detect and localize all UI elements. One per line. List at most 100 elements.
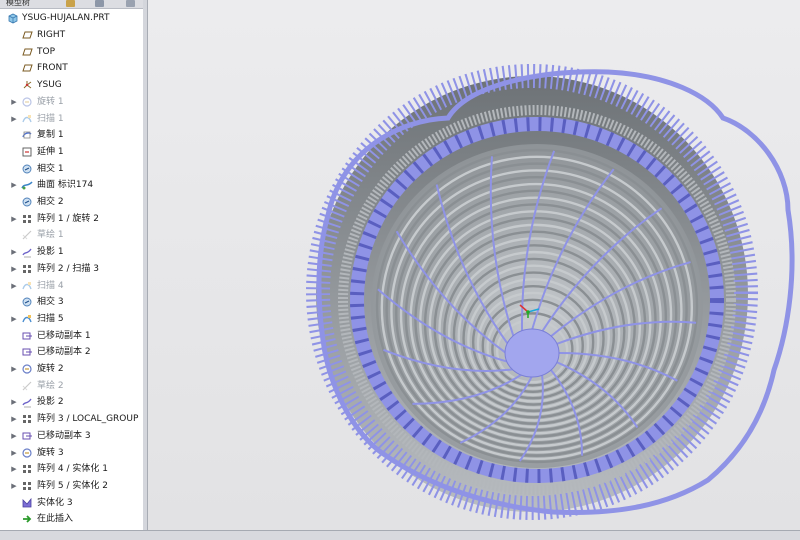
expand-arrow-icon[interactable]: ▶	[10, 461, 18, 477]
tree-item-label: 已移动副本 2	[37, 347, 91, 358]
tree-item[interactable]: ▶ 投影 1	[0, 244, 143, 260]
model-tree-tab[interactable]: 模型树	[6, 0, 30, 8]
expand-arrow-icon[interactable]: ▶	[10, 261, 18, 277]
tree-item-label: FRONT	[37, 63, 68, 74]
moved-copy-icon	[21, 430, 33, 442]
pattern-icon	[21, 480, 33, 492]
pattern-icon	[21, 213, 33, 225]
tree-item-label: RIGHT	[37, 30, 66, 40]
revolve-icon	[21, 96, 33, 108]
expand-arrow-icon[interactable]: ▶	[10, 411, 18, 427]
datum-plane-icon	[21, 29, 33, 41]
datum-plane-icon	[21, 46, 33, 58]
tree-item-label: 投影 2	[37, 397, 64, 408]
tree-item[interactable]: 已移动副本 1	[0, 328, 143, 344]
tree-item[interactable]: RIGHT	[0, 27, 143, 43]
expand-arrow-icon[interactable]: ▶	[10, 311, 18, 327]
coordinate-system-icon	[21, 79, 33, 91]
folder-icon[interactable]	[66, 0, 75, 7]
tree-item-label: 已移动副本 1	[37, 330, 91, 341]
tree-item-label: 已移动副本 3	[37, 430, 91, 441]
tree-item[interactable]: 草绘 2	[0, 378, 143, 394]
tree-item-label: 旋转 1	[37, 96, 64, 107]
top-toolbar: 模型树	[0, 0, 146, 9]
solidify-icon	[21, 497, 33, 509]
graphics-window[interactable]	[148, 0, 800, 530]
tree-item-label: 相交 1	[37, 163, 64, 174]
expand-arrow-icon[interactable]: ▶	[10, 177, 18, 193]
tree-item-label: 扫描 1	[37, 113, 64, 124]
tree-item[interactable]: TOP	[0, 44, 143, 60]
surface-icon	[21, 179, 33, 191]
tree-root-part[interactable]: YSUG-HUJALAN.PRT	[0, 10, 143, 26]
expand-arrow-icon[interactable]: ▶	[10, 428, 18, 444]
sweep-icon	[21, 113, 33, 125]
expand-arrow-icon[interactable]: ▶	[10, 111, 18, 127]
expand-arrow-icon[interactable]: ▶	[10, 445, 18, 461]
tree-item[interactable]: 相交 3	[0, 294, 143, 310]
tree-item[interactable]: 相交 2	[0, 194, 143, 210]
pattern-icon	[21, 463, 33, 475]
tree-item[interactable]: 实体化 3	[0, 495, 143, 511]
tree-item[interactable]: ▶ 扫描 1	[0, 111, 143, 127]
tree-item-label: 阵列 4 / 实体化 1	[37, 464, 108, 475]
tree-item-label: 扫描 4	[37, 280, 64, 291]
sweep-icon	[21, 313, 33, 325]
tree-item[interactable]: 相交 1	[0, 161, 143, 177]
basket-model-3d	[306, 64, 795, 520]
tree-item[interactable]: ▶ 阵列 1 / 旋转 2	[0, 211, 143, 227]
tree-item[interactable]: 草绘 1	[0, 227, 143, 243]
tree-item[interactable]: ▶ 扫描 4	[0, 278, 143, 294]
pattern-icon	[21, 263, 33, 275]
tree-item[interactable]: FRONT	[0, 60, 143, 76]
tree-item[interactable]: 在此插入	[0, 511, 143, 527]
tree-item[interactable]: ▶ 旋转 2	[0, 361, 143, 377]
tree-item-label: 阵列 5 / 实体化 2	[37, 480, 108, 491]
model-tree: YSUG-HUJALAN.PRT RIGHT TOP FRONT YSUG ▶ 旋转 1 ▶…	[0, 9, 144, 530]
tree-item[interactable]: 复制 1	[0, 127, 143, 143]
tree-item-label: 旋转 2	[37, 364, 64, 374]
tree-item[interactable]: ▶ 阵列 3 / LOCAL_GROUP	[0, 411, 143, 427]
tree-item-label: 相交 3	[37, 297, 64, 308]
intersect-icon	[21, 296, 33, 308]
moved-copy-icon	[21, 346, 33, 358]
intersect-icon	[21, 196, 33, 208]
tree-item[interactable]: ▶ 阵列 4 / 实体化 1	[0, 461, 143, 477]
tree-item[interactable]: ▶ 旋转 3	[0, 445, 143, 461]
projection-icon	[21, 396, 33, 408]
pattern-icon	[21, 413, 33, 425]
expand-arrow-icon[interactable]: ▶	[10, 278, 18, 294]
show-icon[interactable]	[126, 0, 135, 7]
tree-item-label: 实体化 3	[37, 497, 73, 508]
expand-arrow-icon[interactable]: ▶	[10, 394, 18, 410]
tree-item-label: 阵列 3 / LOCAL_GROUP	[37, 414, 139, 425]
tree-item-label: TOP	[37, 46, 56, 57]
sweep-icon	[21, 280, 33, 292]
tree-item[interactable]: YSUG	[0, 77, 143, 93]
tree-item[interactable]: 延伸 1	[0, 144, 143, 160]
tree-item[interactable]: ▶ 投影 2	[0, 394, 143, 410]
datum-plane-icon	[21, 62, 33, 74]
copy-icon	[21, 129, 33, 141]
tree-item[interactable]: 已移动副本 2	[0, 344, 143, 360]
tree-item-label: 投影 1	[37, 247, 64, 258]
tree-item-label: 草绘 1	[37, 230, 64, 241]
tree-settings-icon[interactable]	[95, 0, 104, 7]
intersect-icon	[21, 163, 33, 175]
tree-item[interactable]: ▶ 阵列 2 / 扫描 3	[0, 261, 143, 277]
projection-icon	[21, 246, 33, 258]
tree-item-label: 相交 2	[37, 197, 64, 207]
expand-arrow-icon[interactable]: ▶	[10, 94, 18, 110]
expand-arrow-icon[interactable]: ▶	[10, 244, 18, 260]
tree-item[interactable]: ▶ 曲面 标识174	[0, 177, 143, 193]
center-hub	[504, 328, 560, 378]
expand-arrow-icon[interactable]: ▶	[10, 211, 18, 227]
tree-item[interactable]: ▶ 阵列 5 / 实体化 2	[0, 478, 143, 494]
tree-item[interactable]: ▶ 旋转 1	[0, 94, 143, 110]
tree-item[interactable]: ▶ 已移动副本 3	[0, 428, 143, 444]
tree-item[interactable]: ▶ 扫描 5	[0, 311, 143, 327]
expand-arrow-icon[interactable]: ▶	[10, 478, 18, 494]
tree-item-label: 曲面 标识174	[37, 180, 94, 191]
sketch-icon	[21, 380, 33, 392]
expand-arrow-icon[interactable]: ▶	[10, 361, 18, 377]
